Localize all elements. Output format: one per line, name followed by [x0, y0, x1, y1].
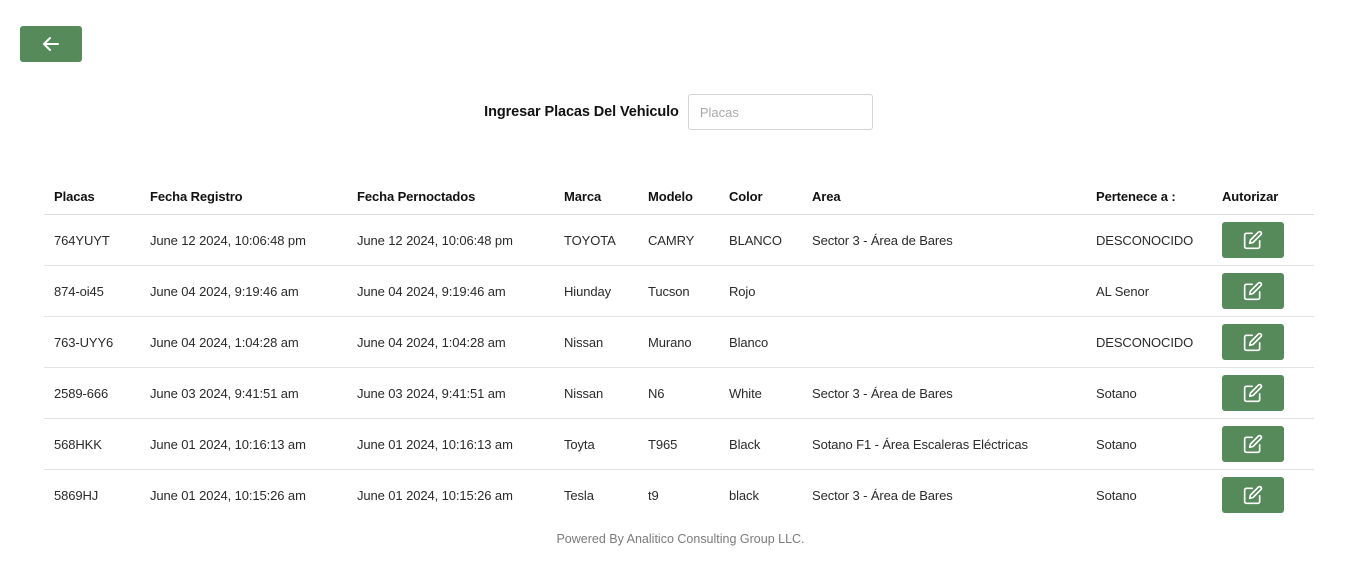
- table-row: 874-oi45 June 04 2024, 9:19:46 am June 0…: [44, 265, 1314, 317]
- cell-autorizar: [1212, 316, 1314, 368]
- cell-marca: TOYOTA: [554, 214, 638, 266]
- header-placas: Placas: [44, 178, 140, 215]
- cell-pertenece: Sotano: [1086, 418, 1212, 470]
- edit-icon: [1243, 383, 1263, 403]
- cell-modelo: t9: [648, 487, 659, 503]
- arrow-left-icon: [42, 36, 60, 52]
- cell-fecha-pernoctados: June 04 2024, 9:19:46 am: [347, 265, 554, 317]
- header-marca: Marca: [554, 178, 638, 215]
- cell-fecha-pernoctados: June 12 2024, 10:06:48 pm: [347, 214, 554, 266]
- cell-modelo: T965: [638, 418, 719, 470]
- cell-fecha-pernoctados: June 04 2024, 1:04:28 am: [347, 316, 554, 368]
- cell-fecha-pernoctados: June 01 2024, 10:15:26 am: [357, 487, 513, 503]
- authorize-button[interactable]: [1222, 324, 1284, 360]
- cell-autorizar: [1212, 470, 1314, 521]
- cell-color: White: [719, 367, 802, 419]
- plate-search-input[interactable]: [687, 94, 873, 130]
- header-color: Color: [719, 178, 802, 215]
- header-fecha-pernoctados: Fecha Pernoctados: [347, 178, 554, 215]
- cell-pertenece: Sotano: [1086, 367, 1212, 419]
- cell-placas: 763-UYY6: [44, 316, 140, 368]
- authorize-button[interactable]: [1222, 273, 1284, 309]
- cell-fecha-pernoctados: June 01 2024, 10:16:13 am: [347, 418, 554, 470]
- cell-placas: 764YUYT: [44, 214, 140, 266]
- back-button[interactable]: [20, 26, 82, 62]
- cell-fecha-registro: June 01 2024, 10:15:26 am: [150, 487, 306, 503]
- table-row: 568HKK June 01 2024, 10:16:13 am June 01…: [44, 418, 1314, 470]
- cell-color: Black: [719, 418, 802, 470]
- cell-color: black: [729, 487, 759, 503]
- table-row: 764YUYT June 12 2024, 10:06:48 pm June 1…: [44, 214, 1314, 266]
- cell-pertenece: AL Senor: [1086, 265, 1212, 317]
- plate-search-label: Ingresar Placas Del Vehiculo: [484, 104, 679, 120]
- cell-area: Sector 3 - Área de Bares: [802, 367, 1086, 419]
- plate-search-row: Ingresar Placas Del Vehiculo: [0, 94, 1361, 130]
- cell-marca: Nissan: [554, 367, 638, 419]
- cell-marca: Hiunday: [554, 265, 638, 317]
- table-header-row: Placas Fecha Registro Fecha Pernoctados …: [44, 178, 1314, 215]
- authorize-button[interactable]: [1222, 477, 1284, 513]
- cell-area: Sector 3 - Área de Bares: [802, 214, 1086, 266]
- edit-icon: [1243, 230, 1263, 250]
- cell-autorizar: [1212, 418, 1314, 470]
- authorize-button[interactable]: [1222, 222, 1284, 258]
- cell-area: [802, 316, 1086, 368]
- cell-placas: 5869HJ: [54, 487, 99, 503]
- cell-color: Rojo: [719, 265, 802, 317]
- cell-fecha-pernoctados: June 03 2024, 9:41:51 am: [347, 367, 554, 419]
- table-row: 763-UYY6 June 04 2024, 1:04:28 am June 0…: [44, 316, 1314, 368]
- cell-pertenece: Sotano: [1096, 487, 1137, 503]
- footer-credit: Powered By Analitico Consulting Group LL…: [556, 532, 805, 546]
- edit-icon: [1243, 485, 1263, 505]
- cell-pertenece: DESCONOCIDO: [1086, 214, 1212, 266]
- cell-autorizar: [1212, 265, 1314, 317]
- cell-area: [802, 265, 1086, 317]
- header-fecha-registro: Fecha Registro: [140, 178, 347, 215]
- edit-icon: [1243, 281, 1263, 301]
- cell-modelo: Murano: [638, 316, 719, 368]
- header-pertenece: Pertenece a :: [1086, 178, 1212, 215]
- header-area: Area: [802, 178, 1086, 215]
- cell-fecha-registro: June 04 2024, 9:19:46 am: [140, 265, 347, 317]
- cell-modelo: Tucson: [638, 265, 719, 317]
- cell-marca: Nissan: [554, 316, 638, 368]
- cell-placas: 2589-666: [44, 367, 140, 419]
- cell-pertenece: DESCONOCIDO: [1086, 316, 1212, 368]
- table-row: 2589-666 June 03 2024, 9:41:51 am June 0…: [44, 367, 1314, 419]
- header-autorizar: Autorizar: [1212, 178, 1314, 215]
- vehicles-table: Placas Fecha Registro Fecha Pernoctados …: [44, 178, 1314, 520]
- cell-autorizar: [1212, 367, 1314, 419]
- cell-fecha-registro: June 04 2024, 1:04:28 am: [140, 316, 347, 368]
- cell-color: Blanco: [719, 316, 802, 368]
- cell-marca: Toyta: [554, 418, 638, 470]
- cell-placas: 568HKK: [44, 418, 140, 470]
- cell-modelo: N6: [638, 367, 719, 419]
- table-row: 5869HJ June 01 2024, 10:15:26 am June 01…: [44, 470, 1314, 521]
- cell-fecha-registro: June 01 2024, 10:16:13 am: [140, 418, 347, 470]
- cell-autorizar: [1212, 214, 1314, 266]
- edit-icon: [1243, 332, 1263, 352]
- cell-area: Sotano F1 - Área Escaleras Eléctricas: [802, 418, 1086, 470]
- cell-fecha-registro: June 03 2024, 9:41:51 am: [140, 367, 347, 419]
- authorize-button[interactable]: [1222, 375, 1284, 411]
- authorize-button[interactable]: [1222, 426, 1284, 462]
- cell-placas: 874-oi45: [44, 265, 140, 317]
- cell-fecha-registro: June 12 2024, 10:06:48 pm: [140, 214, 347, 266]
- header-modelo: Modelo: [638, 178, 719, 215]
- edit-icon: [1243, 434, 1263, 454]
- cell-marca: Tesla: [564, 487, 594, 503]
- cell-modelo: CAMRY: [638, 214, 719, 266]
- cell-color: BLANCO: [719, 214, 802, 266]
- cell-area: Sector 3 - Área de Bares: [812, 487, 953, 503]
